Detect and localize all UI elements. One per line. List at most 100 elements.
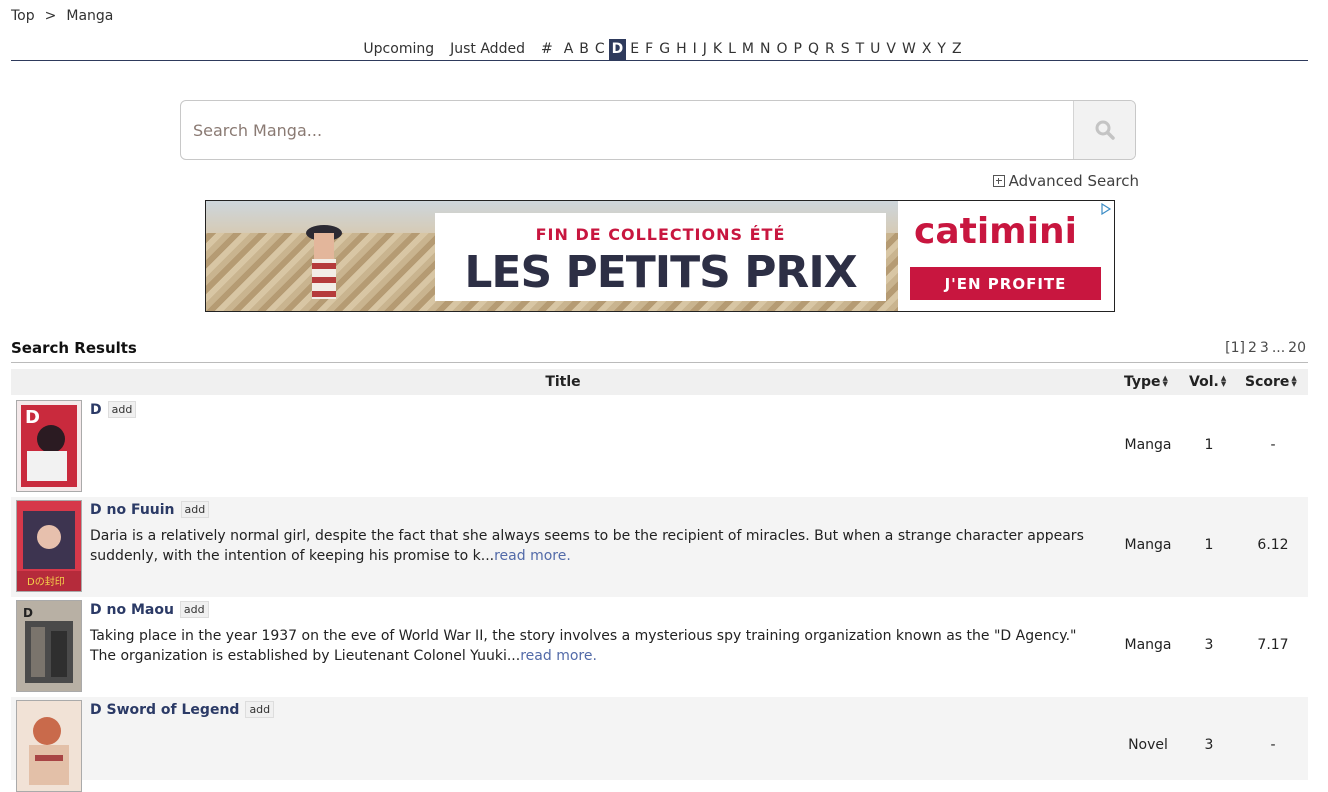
search-icon [1095,120,1115,140]
svg-text:Dの封印: Dの封印 [27,575,65,588]
breadcrumb-separator: > [44,8,57,24]
letter-link-i[interactable]: I [691,39,699,60]
letter-link-o[interactable]: O [774,39,789,60]
nav-upcoming-link[interactable]: Upcoming [361,39,436,60]
add-button[interactable]: add [179,601,209,618]
manga-type: Novel [1128,737,1168,753]
letter-link-b[interactable]: B [577,39,591,60]
letter-link-h[interactable]: H [674,39,689,60]
read-more-link[interactable]: read more. [494,548,571,564]
page-link-3[interactable]: 3 [1260,340,1269,356]
letter-link-m[interactable]: M [740,39,756,60]
column-score-label: Score [1245,374,1290,390]
letter-link-x[interactable]: X [920,39,934,60]
pagination: [1] 2 3... 20 [1222,340,1306,356]
manga-synopsis: Taking place in the year 1937 on the eve… [90,626,1100,666]
column-title: Title [545,374,581,390]
breadcrumb: Top > Manga [11,8,113,24]
letter-link-d[interactable]: D [608,39,627,60]
page-current: [1] [1225,340,1245,356]
letter-link-g[interactable]: G [657,39,672,60]
search-input[interactable] [181,101,1076,159]
ad-brand-panel: catimini J'EN PROFITE [898,201,1114,311]
manga-cover-thumbnail[interactable]: D [16,600,82,692]
column-score-sort[interactable]: Score ▲ ▼ [1245,374,1297,390]
ad-headline-large: LES PETITS PRIX [464,247,857,298]
letter-link-e[interactable]: E [628,39,641,60]
letter-link-y[interactable]: Y [935,39,948,60]
manga-cover-thumbnail[interactable] [16,700,82,792]
letter-link-p[interactable]: P [791,39,803,60]
letter-link-k[interactable]: K [711,39,724,60]
page-link-20[interactable]: 20 [1288,340,1306,356]
column-type-sort[interactable]: Type ▲ ▼ [1124,374,1168,390]
manga-volumes: 3 [1204,637,1214,653]
letter-link-l[interactable]: L [726,39,738,60]
add-button[interactable]: add [107,401,137,418]
advanced-search-link[interactable]: Advanced Search [992,172,1139,190]
table-row: Dの封印 D no Fuuin add Daria is a relatively… [11,497,1308,597]
svg-text:D: D [25,407,40,428]
column-vol-label: Vol. [1189,374,1219,390]
breadcrumb-top-link[interactable]: Top [11,8,35,24]
read-more-link[interactable]: read more. [520,648,597,664]
letter-link-z[interactable]: Z [950,39,964,60]
manga-type: Manga [1124,637,1172,653]
nav-divider [11,60,1308,61]
advanced-search-label: Advanced Search [1008,172,1139,190]
manga-score: - [1270,737,1276,753]
letter-link-a[interactable]: A [562,39,576,60]
letter-link-j[interactable]: J [701,39,709,60]
letter-link-s[interactable]: S [839,39,852,60]
manga-title-link[interactable]: Dadd [90,401,137,418]
manga-title: D no Maou [90,602,174,618]
table-row: D Sword of Legend add Novel 3 - [11,697,1308,792]
table-row: D D no Maou add Taking place in the year … [11,597,1308,697]
synopsis-text: Daria is a relatively normal girl, despi… [90,528,1084,564]
nav-hash-link[interactable]: # [539,39,555,60]
manga-score: 6.12 [1257,537,1289,553]
ad-headline-small: FIN DE COLLECTIONS ÉTÉ [535,225,786,244]
ad-choices-icon[interactable] [1100,203,1112,215]
letter-links: ABCDEFGHIJKLMNOPQRSTUVWXYZ [561,39,965,60]
table-row: D Dadd Manga 1 - [11,397,1308,497]
column-type-label: Type [1124,374,1161,390]
manga-score: 7.17 [1257,637,1289,653]
ad-brand-logo: catimini [914,211,1078,252]
letter-link-t[interactable]: T [854,39,867,60]
manga-cover-thumbnail[interactable]: Dの封印 [16,500,82,592]
letter-link-f[interactable]: F [643,39,655,60]
manga-score: - [1270,437,1276,453]
add-button[interactable]: add [180,501,210,518]
add-button[interactable]: add [245,701,275,718]
nav-just-added-link[interactable]: Just Added [448,39,527,60]
manga-synopsis: Daria is a relatively normal girl, despi… [90,526,1100,566]
manga-title: D Sword of Legend [90,702,240,718]
ad-cta-button[interactable]: J'EN PROFITE [910,267,1101,300]
breadcrumb-current-link[interactable]: Manga [66,8,113,24]
manga-volumes: 1 [1204,537,1214,553]
ad-text-panel: FIN DE COLLECTIONS ÉTÉ LES PETITS PRIX [435,213,886,301]
ad-model-image [306,225,342,299]
manga-title-link[interactable]: D no Maou add [90,601,209,618]
results-divider [11,362,1308,363]
letter-link-q[interactable]: Q [806,39,821,60]
letter-link-w[interactable]: W [900,39,918,60]
results-heading: Search Results [11,339,137,357]
letter-link-u[interactable]: U [868,39,882,60]
letter-link-c[interactable]: C [593,39,607,60]
page-ellipsis: ... [1271,340,1286,356]
manga-cover-thumbnail[interactable]: D [16,400,82,492]
sort-icon: ▲ ▼ [1220,374,1227,388]
column-vol-sort[interactable]: Vol. ▲ ▼ [1189,374,1226,390]
letter-link-v[interactable]: V [884,39,898,60]
page-link-2[interactable]: 2 [1248,340,1257,356]
letter-link-r[interactable]: R [823,39,837,60]
manga-title-link[interactable]: D no Fuuin add [90,501,210,518]
manga-title-link[interactable]: D Sword of Legend add [90,701,275,718]
expand-plus-icon [992,175,1005,187]
search-bar [180,100,1136,160]
letter-link-n[interactable]: N [758,39,772,60]
search-button[interactable] [1073,101,1135,159]
advertisement-banner[interactable]: FIN DE COLLECTIONS ÉTÉ LES PETITS PRIX c… [205,200,1115,312]
